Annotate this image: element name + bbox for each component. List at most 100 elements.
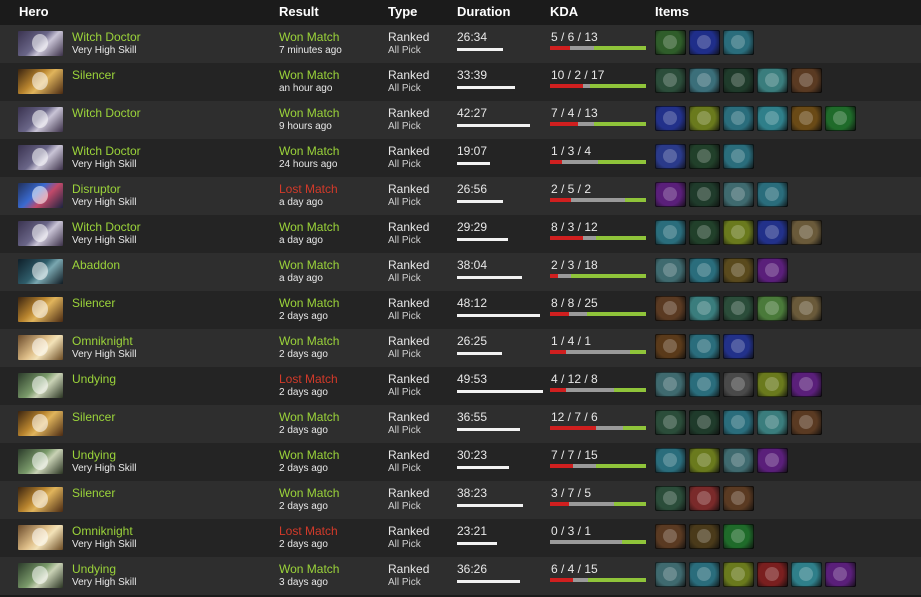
match-result-link[interactable]: Won Match [279, 448, 339, 462]
staff-item-icon[interactable] [723, 296, 754, 321]
table-row[interactable]: Disruptor Very High Skill Lost Match a d… [0, 177, 921, 215]
witch-doctor-portrait-icon[interactable] [18, 145, 63, 170]
orb-item-icon[interactable] [791, 562, 822, 587]
boots-item-icon[interactable] [689, 258, 720, 283]
table-row[interactable]: Silencer Won Match 2 days ago Ranked All… [0, 291, 921, 329]
boots-item-icon[interactable] [723, 410, 754, 435]
hero-name[interactable]: Undying [72, 448, 116, 462]
boots-item-icon[interactable] [655, 220, 686, 245]
table-row[interactable]: Omniknight Very High Skill Lost Match 2 … [0, 519, 921, 557]
boots-item-icon[interactable] [723, 144, 754, 169]
witch-doctor-portrait-icon[interactable] [18, 221, 63, 246]
hero-name[interactable]: Silencer [72, 296, 115, 310]
silencer-portrait-icon[interactable] [18, 69, 63, 94]
gloves-item-icon[interactable] [723, 486, 754, 511]
omniknight-portrait-icon[interactable] [18, 335, 63, 360]
hero-name[interactable]: Silencer [72, 486, 115, 500]
silencer-portrait-icon[interactable] [18, 297, 63, 322]
scepter-item-icon[interactable] [723, 334, 754, 359]
gloves-item-icon[interactable] [655, 296, 686, 321]
hero-name[interactable]: Disruptor [72, 182, 121, 196]
boots-item-icon[interactable] [655, 562, 686, 587]
table-row[interactable]: Witch Doctor Very High Skill Won Match a… [0, 215, 921, 253]
ring-item-icon[interactable] [655, 182, 686, 207]
sphere-item-icon[interactable] [723, 524, 754, 549]
match-result-link[interactable]: Lost Match [279, 182, 338, 196]
hero-name[interactable]: Abaddon [72, 258, 120, 272]
boots-item-icon[interactable] [723, 448, 754, 473]
staff-item-icon[interactable] [655, 410, 686, 435]
wand-item-icon[interactable] [723, 68, 754, 93]
hero-name[interactable]: Silencer [72, 68, 115, 82]
table-row[interactable]: Undying Lost Match 2 days ago Ranked All… [0, 367, 921, 405]
match-result-link[interactable]: Won Match [279, 220, 339, 234]
hero-name[interactable]: Witch Doctor [72, 144, 141, 158]
silencer-portrait-icon[interactable] [18, 487, 63, 512]
silencer-portrait-icon[interactable] [18, 411, 63, 436]
match-result-link[interactable]: Won Match [279, 258, 339, 272]
hero-name[interactable]: Silencer [72, 410, 115, 424]
match-result-link[interactable]: Lost Match [279, 372, 338, 386]
undying-portrait-icon[interactable] [18, 449, 63, 474]
shield-item-icon[interactable] [757, 68, 788, 93]
match-result-link[interactable]: Won Match [279, 106, 339, 120]
hero-name[interactable]: Witch Doctor [72, 106, 141, 120]
mekansm-item-icon[interactable] [757, 372, 788, 397]
lantern-item-icon[interactable] [689, 524, 720, 549]
scepter-item-icon[interactable] [757, 220, 788, 245]
match-result-link[interactable]: Won Match [279, 562, 339, 576]
hero-name[interactable]: Witch Doctor [72, 220, 141, 234]
table-row[interactable]: Silencer Won Match an hour ago Ranked Al… [0, 63, 921, 101]
table-row[interactable]: Silencer Won Match 2 days ago Ranked All… [0, 481, 921, 519]
undying-portrait-icon[interactable] [18, 563, 63, 588]
mekansm-item-icon[interactable] [723, 220, 754, 245]
match-result-link[interactable]: Won Match [279, 68, 339, 82]
table-row[interactable]: Silencer Won Match 2 days ago Ranked All… [0, 405, 921, 443]
table-row[interactable]: Witch Doctor Very High Skill Won Match 2… [0, 139, 921, 177]
mekansm-item-icon[interactable] [723, 258, 754, 283]
omniknight-portrait-icon[interactable] [18, 525, 63, 550]
claw-item-icon[interactable] [723, 372, 754, 397]
boots-item-icon[interactable] [723, 106, 754, 131]
boots-item-icon[interactable] [689, 68, 720, 93]
ring-item-icon[interactable] [757, 448, 788, 473]
orb-item-icon[interactable] [655, 144, 686, 169]
mekansm-item-icon[interactable] [689, 106, 720, 131]
hero-name[interactable]: Witch Doctor [72, 30, 141, 44]
table-row[interactable]: Undying Very High Skill Won Match 2 days… [0, 443, 921, 481]
gloves-item-icon[interactable] [791, 410, 822, 435]
wand-item-icon[interactable] [689, 144, 720, 169]
boots-item-icon[interactable] [689, 562, 720, 587]
boots-item-icon[interactable] [689, 372, 720, 397]
wand-item-icon[interactable] [689, 410, 720, 435]
staff-item-icon[interactable] [655, 68, 686, 93]
boots-item-icon[interactable] [655, 448, 686, 473]
shield-item-icon[interactable] [689, 296, 720, 321]
boots-item-icon[interactable] [655, 258, 686, 283]
match-result-link[interactable]: Won Match [279, 334, 339, 348]
mekansm-item-icon[interactable] [723, 562, 754, 587]
mekansm-item-icon[interactable] [689, 448, 720, 473]
undying-portrait-icon[interactable] [18, 373, 63, 398]
match-result-link[interactable]: Lost Match [279, 524, 338, 538]
witch-doctor-portrait-icon[interactable] [18, 107, 63, 132]
ring-item-icon[interactable] [757, 258, 788, 283]
boots-item-icon[interactable] [689, 334, 720, 359]
gauntlet-item-icon[interactable] [757, 562, 788, 587]
orb-item-icon[interactable] [689, 486, 720, 511]
table-row[interactable]: Witch Doctor Won Match 9 hours ago Ranke… [0, 101, 921, 139]
lantern-item-icon[interactable] [791, 106, 822, 131]
gloves-item-icon[interactable] [791, 68, 822, 93]
scepter-item-icon[interactable] [689, 30, 720, 55]
abaddon-portrait-icon[interactable] [18, 259, 63, 284]
hero-name[interactable]: Omniknight [72, 524, 133, 538]
match-result-link[interactable]: Won Match [279, 144, 339, 158]
staff-item-icon[interactable] [655, 30, 686, 55]
boots-item-icon[interactable] [655, 372, 686, 397]
gloves-item-icon[interactable] [655, 524, 686, 549]
match-result-link[interactable]: Won Match [279, 296, 339, 310]
disruptor-portrait-icon[interactable] [18, 183, 63, 208]
boots-item-icon[interactable] [723, 182, 754, 207]
wand-item-icon[interactable] [689, 220, 720, 245]
table-row[interactable]: Abaddon Won Match a day ago Ranked All P… [0, 253, 921, 291]
